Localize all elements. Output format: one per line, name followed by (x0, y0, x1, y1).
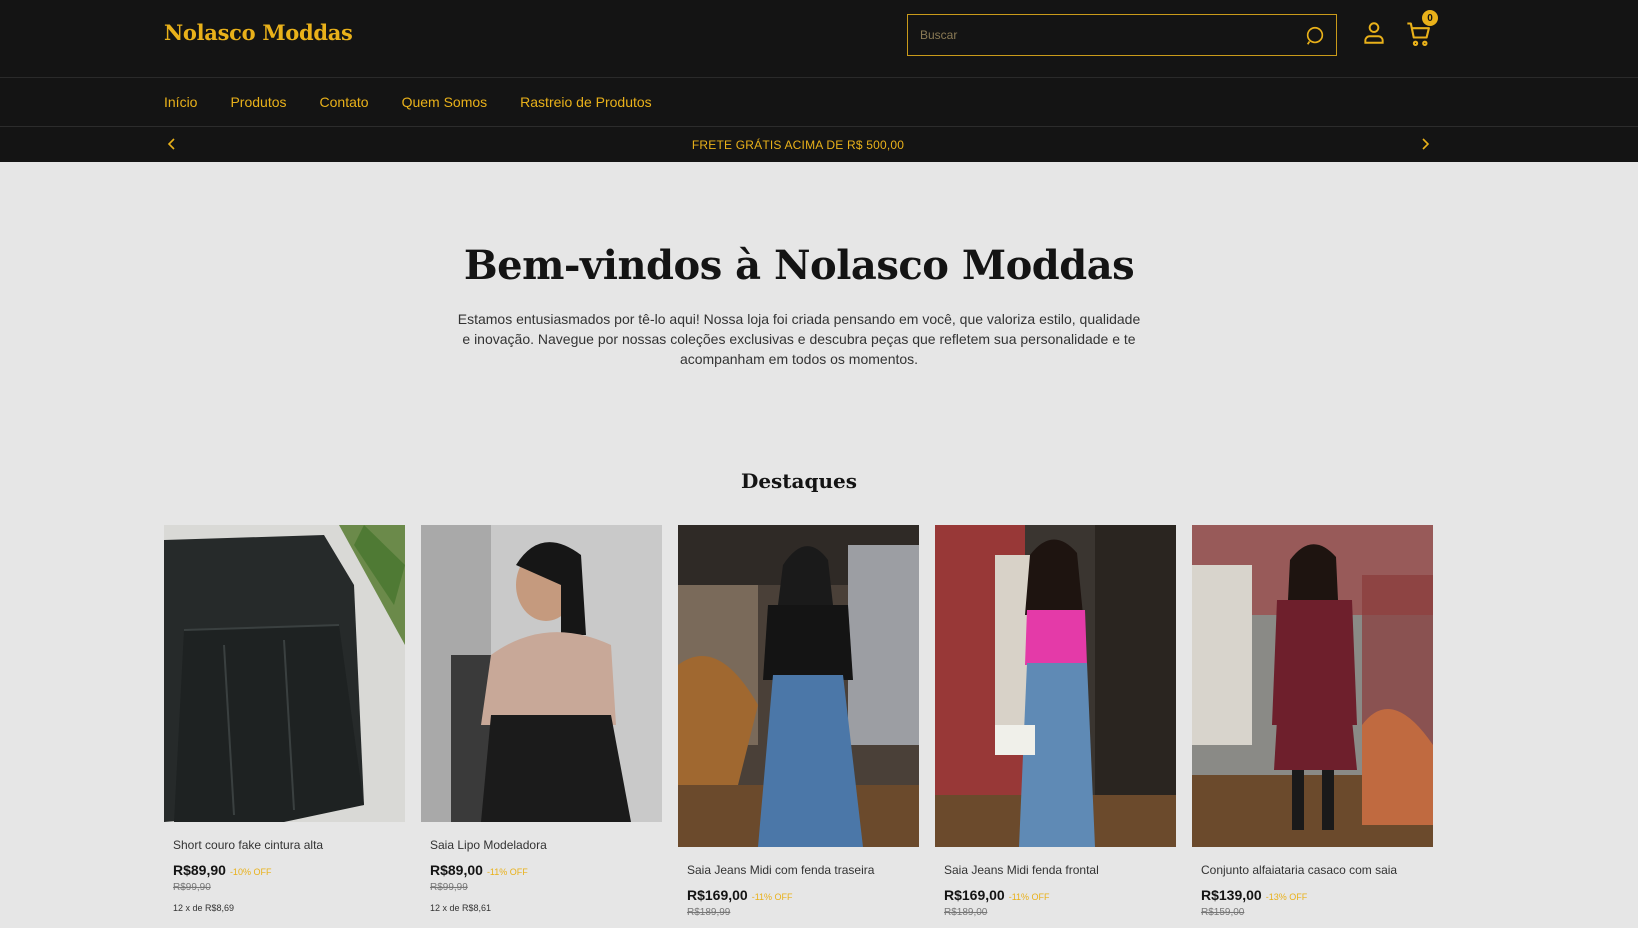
product-price: R$169,00 (944, 887, 1005, 903)
chevron-right-icon[interactable] (1417, 136, 1433, 152)
discount-badge: -10% OFF (229, 867, 272, 877)
search-bar (907, 14, 1337, 56)
product-name[interactable]: Short couro fake cintura alta (173, 838, 396, 852)
product-price: R$89,90 (173, 862, 226, 878)
hero-title: Bem-vindos à Nolasco Moddas (463, 242, 1135, 289)
product-installments: 12 x de R$8,69 (173, 903, 235, 913)
product-card[interactable]: Saia Jeans Midi fenda frontal R$169,00 -… (935, 525, 1176, 918)
product-price: R$169,00 (687, 887, 748, 903)
product-image[interactable] (935, 525, 1176, 847)
product-price: R$139,00 (1201, 887, 1262, 903)
product-old-price: R$189,00 (944, 907, 988, 918)
search-icon[interactable] (1304, 25, 1326, 47)
product-name[interactable]: Conjunto alfaiataria casaco com saia (1201, 863, 1424, 877)
product-image[interactable] (164, 525, 405, 822)
main-nav: Início Produtos Contato Quem Somos Rastr… (0, 78, 1638, 127)
hero-description: Estamos entusiasmados por tê-lo aqui! No… (457, 311, 1141, 367)
hero-section: Bem-vindos à Nolasco Moddas Estamos entu… (0, 162, 1638, 369)
product-card[interactable]: Saia Jeans Midi com fenda traseira R$169… (678, 525, 919, 918)
promo-banner: FRETE GRÁTIS ACIMA DE R$ 500,00 (0, 127, 1638, 162)
discount-badge: -11% OFF (486, 867, 528, 877)
product-old-price: R$99,99 (430, 882, 468, 893)
nav-item-produtos[interactable]: Produtos (230, 94, 286, 110)
nav-item-contato[interactable]: Contato (320, 94, 369, 110)
product-card[interactable]: Saia Lipo Modeladora R$89,00 -11% OFF R$… (421, 525, 662, 918)
top-header: Nolasco Moddas 0 (0, 0, 1638, 78)
product-old-price: R$159,00 (1201, 907, 1245, 918)
product-card[interactable]: Short couro fake cintura alta R$89,90 -1… (164, 525, 405, 918)
product-old-price: R$99,90 (173, 882, 211, 893)
promo-text: FRETE GRÁTIS ACIMA DE R$ 500,00 (691, 137, 905, 152)
product-name[interactable]: Saia Lipo Modeladora (430, 838, 653, 852)
nav-item-rastreio[interactable]: Rastreio de Produtos (520, 94, 652, 110)
product-image[interactable] (678, 525, 919, 847)
product-old-price: R$189,99 (687, 907, 731, 918)
product-price: R$89,00 (430, 862, 483, 878)
featured-title: Destaques (740, 469, 858, 493)
product-image[interactable] (1192, 525, 1433, 847)
user-account-icon[interactable] (1361, 20, 1387, 46)
nav-item-quem-somos[interactable]: Quem Somos (402, 94, 488, 110)
nav-item-inicio[interactable]: Início (164, 94, 197, 110)
product-card[interactable]: Conjunto alfaiataria casaco com saia R$1… (1192, 525, 1433, 918)
store-logo[interactable]: Nolasco Moddas (164, 20, 353, 45)
discount-badge: -13% OFF (1265, 892, 1308, 902)
discount-badge: -11% OFF (1008, 892, 1050, 902)
featured-products: Short couro fake cintura alta R$89,90 -1… (164, 525, 1433, 918)
product-installments: 12 x de R$8,61 (430, 903, 492, 913)
discount-badge: -11% OFF (751, 892, 793, 902)
product-name[interactable]: Saia Jeans Midi fenda frontal (944, 863, 1167, 877)
cart-count-badge: 0 (1422, 10, 1438, 26)
product-image[interactable] (421, 525, 662, 822)
product-name[interactable]: Saia Jeans Midi com fenda traseira (687, 863, 910, 877)
search-input[interactable] (908, 15, 1336, 55)
